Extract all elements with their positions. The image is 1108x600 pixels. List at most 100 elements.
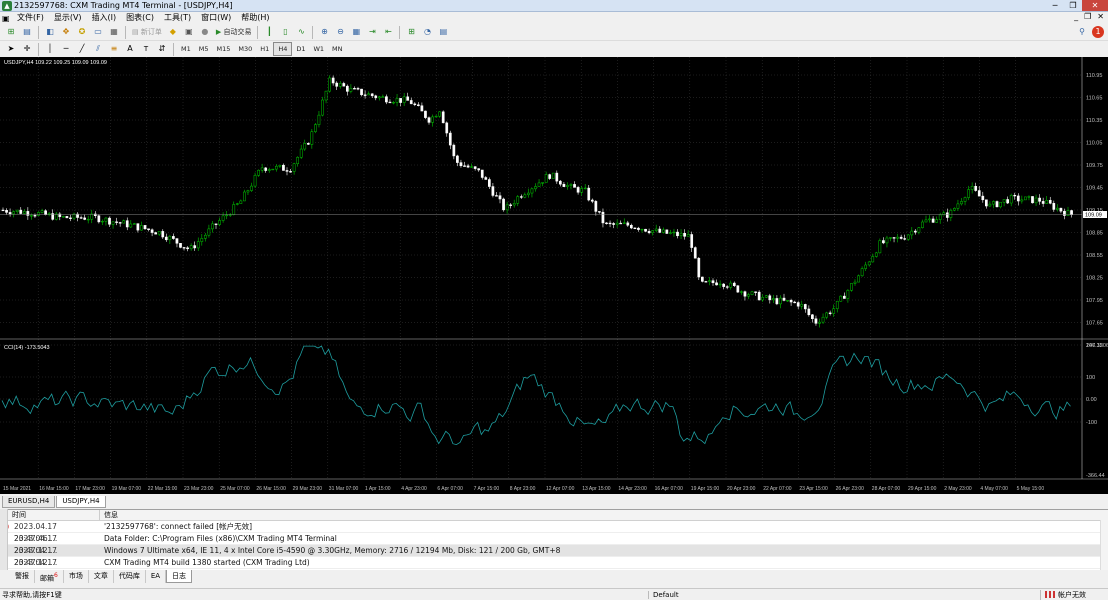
equidistant-channel-icon[interactable]: ⫽ <box>92 43 104 55</box>
log-row[interactable]: • 2023.04.17 23:47:12.... CXM Trading MT… <box>0 557 1108 579</box>
menu-window[interactable]: 窗口(W) <box>196 12 236 24</box>
text-label-icon[interactable]: T <box>140 43 152 55</box>
navigator-icon[interactable]: ✪ <box>76 26 88 38</box>
cursor-icon[interactable]: ➤ <box>5 43 17 55</box>
terminal-scrollbar[interactable] <box>1100 520 1108 570</box>
time-tick-label: 7 Apr 15:00 <box>474 486 500 492</box>
templates-icon[interactable]: ▤ <box>437 26 449 38</box>
time-tick-label: 13 Apr 15:00 <box>582 486 611 492</box>
indicators-icon[interactable]: ⊞ <box>405 26 417 38</box>
status-connection[interactable]: 帐户无效 <box>1040 589 1086 600</box>
tile-windows-icon[interactable]: ▦ <box>350 26 362 38</box>
bull-candle <box>924 219 928 223</box>
tab-mailbox[interactable]: 邮箱6 <box>35 570 64 583</box>
timeframe-mn[interactable]: MN <box>328 43 346 55</box>
text-icon[interactable]: A <box>124 43 136 55</box>
candlestick-icon[interactable]: ▯ <box>279 26 291 38</box>
new-order-icon: ▤ <box>132 28 141 36</box>
data-window-icon[interactable]: ✥ <box>60 26 72 38</box>
log-row[interactable]: • 2023.04.17 23:47:12.... Windows 7 Ulti… <box>0 545 1108 567</box>
menu-help[interactable]: 帮助(H) <box>236 12 274 24</box>
menu-tools[interactable]: 工具(T) <box>159 12 196 24</box>
column-message[interactable]: 信息 <box>100 510 118 520</box>
chart-area[interactable]: USDJPY,H4 109.22 109.25 109.09 109.09 CC… <box>0 57 1108 494</box>
timeframe-m1[interactable]: M1 <box>177 43 195 55</box>
tab-articles[interactable]: 文章 <box>89 570 114 583</box>
strategy-tester-icon[interactable]: ▦ <box>108 26 120 38</box>
bear-candle <box>448 132 452 146</box>
bull-candle <box>328 77 331 92</box>
bull-candle <box>246 190 250 193</box>
time-tick-label: 19 Apr 15:00 <box>691 486 720 492</box>
menu-file[interactable]: 文件(F) <box>12 12 49 24</box>
column-time[interactable]: 时间 <box>0 510 100 520</box>
vertical-line-icon[interactable]: │ <box>44 43 56 55</box>
profiles-icon[interactable]: ▤ <box>21 26 33 38</box>
log-row[interactable]: • 2023.04.17 23:47:12.... Data Folder: C… <box>0 533 1108 555</box>
timeframe-d1[interactable]: D1 <box>292 43 309 55</box>
child-close-button[interactable]: ✕ <box>1097 12 1104 21</box>
timeframe-m30[interactable]: M30 <box>234 43 256 55</box>
market-watch-icon[interactable]: ◧ <box>44 26 56 38</box>
tab-market[interactable]: 市场 <box>64 570 89 583</box>
chart-tab-eurusd[interactable]: EURUSD,H4 <box>2 496 56 508</box>
options-icon[interactable]: ● <box>199 26 211 38</box>
child-minimize-button[interactable]: _ <box>1074 12 1078 21</box>
usdjpy-chart[interactable]: USDJPY,H4 109.22 109.25 109.09 109.09 CC… <box>0 57 1108 494</box>
arrows-icon[interactable]: ⇵ <box>156 43 168 55</box>
trendline-icon[interactable]: ╱ <box>76 43 88 55</box>
timeframe-h1[interactable]: H1 <box>256 43 273 55</box>
periods-icon[interactable]: ◔ <box>421 26 433 38</box>
menu-view[interactable]: 显示(V) <box>49 12 87 24</box>
tab-alerts[interactable]: 警报 <box>10 570 35 583</box>
child-restore-button[interactable]: ❐ <box>1084 12 1091 21</box>
bear-candle <box>108 217 111 225</box>
menu-insert[interactable]: 插入(I) <box>87 12 122 24</box>
lock-icon[interactable]: ▣ <box>183 26 195 38</box>
new-order-button[interactable]: ▤ 新订单 <box>129 26 165 38</box>
log-row[interactable]: ⛔ 2023.04.17 23:47:46.... '2132597768': … <box>0 521 1108 543</box>
bull-candle <box>377 96 381 99</box>
autoscroll-icon[interactable]: ⇥ <box>366 26 378 38</box>
tab-codebase[interactable]: 代码库 <box>114 570 146 583</box>
bear-candle <box>409 100 413 105</box>
close-button[interactable]: ✕ <box>1082 0 1108 11</box>
crosshair-icon[interactable]: ✛ <box>21 43 33 55</box>
menu-charts[interactable]: 图表(C) <box>121 12 159 24</box>
bear-candle <box>342 83 346 87</box>
tab-experts[interactable]: EA <box>146 570 167 583</box>
tab-journal[interactable]: 日志 <box>166 570 193 583</box>
terminal-panel: 时间 信息 ⛔ 2023.04.17 23:47:46.... '2132597… <box>0 509 1108 579</box>
time-tick-label: 14 Apr 23:00 <box>618 486 647 492</box>
chart-shift-icon[interactable]: ⇤ <box>382 26 394 38</box>
timeframe-h4[interactable]: H4 <box>273 42 293 56</box>
bear-candle <box>456 155 459 163</box>
cci-info: CCI(14) -173.5043 <box>4 345 50 351</box>
timeframe-m15[interactable]: M15 <box>213 43 235 55</box>
title-bar: ▲ 2132597768: CXM Trading MT4 Terminal -… <box>0 0 1108 12</box>
auto-trading-button[interactable]: ▶ 自动交易 <box>213 26 255 38</box>
chart-tab-usdjpy[interactable]: USDJPY,H4 <box>56 496 106 508</box>
bull-candle <box>928 218 931 221</box>
line-chart-icon[interactable]: ∿ <box>295 26 307 38</box>
bar-chart-icon[interactable]: ┃ <box>263 26 275 38</box>
minimize-button[interactable]: ─ <box>1046 0 1064 11</box>
new-chart-icon[interactable]: ⊞ <box>5 26 17 38</box>
zoom-out-icon[interactable]: ⊖ <box>334 26 346 38</box>
zoom-in-icon[interactable]: ⊕ <box>318 26 330 38</box>
notifications-icon[interactable]: 1 <box>1092 26 1104 38</box>
bull-candle <box>867 261 871 266</box>
fibonacci-icon[interactable]: ≡ <box>108 43 120 55</box>
timeframe-w1[interactable]: W1 <box>309 43 328 55</box>
terminal-icon[interactable]: ▭ <box>92 26 104 38</box>
bear-candle <box>658 228 662 233</box>
maximize-button[interactable]: ❐ <box>1064 0 1082 11</box>
bear-candle <box>903 238 907 240</box>
search-icon[interactable]: ⚲ <box>1076 26 1088 38</box>
bull-candle <box>505 204 509 211</box>
metaeditor-icon[interactable]: ◆ <box>167 26 179 38</box>
horizontal-line-icon[interactable]: ─ <box>60 43 72 55</box>
timeframe-m5[interactable]: M5 <box>195 43 213 55</box>
bear-candle <box>1063 210 1066 216</box>
bull-candle <box>615 222 619 225</box>
